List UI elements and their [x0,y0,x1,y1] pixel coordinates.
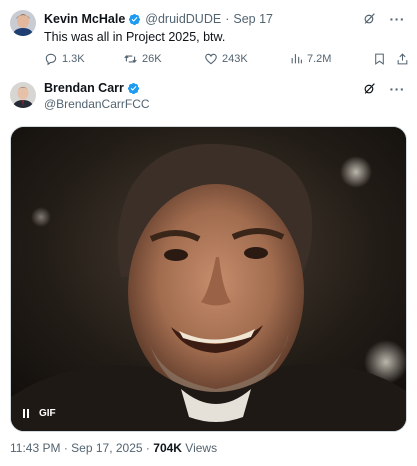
tweet-time[interactable]: 11:43 PM [10,441,60,455]
avatar[interactable] [10,82,36,108]
avatar[interactable] [10,10,36,36]
views-button[interactable]: 7.2M [290,52,331,65]
bookmark-icon [375,53,384,65]
like-button[interactable]: 243K [204,52,248,66]
more-icon[interactable]: ··· [390,82,406,96]
verified-badge-icon [129,13,141,25]
views-icon [291,54,302,64]
separator: · [225,12,230,26]
reply-count: 1.3K [62,53,85,65]
retweet-button[interactable]: 26K [123,52,162,66]
author-name[interactable]: Brendan Carr [44,81,124,95]
author-handle[interactable]: @BrendanCarrFCC [44,97,150,111]
retweet-count: 26K [142,53,162,65]
gif-frame [11,127,406,431]
tweet-date[interactable]: Sep 17, 2025 [71,441,142,455]
separator: · [145,441,150,455]
tweet-top-actions: ··· [363,82,406,96]
separator: · [63,441,68,455]
reply-button[interactable]: 1.3K [44,52,85,66]
like-icon [205,53,217,65]
tweet-actions: 1.3K 26K 243K 7.2M [44,52,410,68]
grok-icon[interactable] [363,12,376,25]
retweet-icon [124,55,137,63]
author-handle[interactable]: @druidDUDE [145,12,221,26]
views-count: 704K [153,441,182,455]
views-label: Views [185,441,218,455]
tweet-top-actions: ··· [363,12,406,26]
verified-badge-icon [127,82,139,94]
tweet-meta: 11:43 PM · Sep 17, 2025 · 704K Views [10,441,217,455]
pause-icon[interactable] [23,409,29,418]
tweet-header: Kevin McHale @druidDUDE · Sep 17 [44,12,273,26]
more-icon[interactable]: ··· [390,12,406,26]
author-name-row: Brendan Carr [44,81,144,95]
author-name[interactable]: Kevin McHale [44,12,125,26]
like-count: 243K [222,53,248,65]
bookmark-button[interactable] [373,52,386,66]
tweet-date[interactable]: Sep 17 [233,12,273,26]
reply-icon [45,53,57,66]
tweet-text: This was all in Project 2025, btw. [44,30,226,44]
grok-icon[interactable] [363,82,376,95]
share-button[interactable] [396,52,409,66]
main-tweet-header: Brendan Carr @BrendanCarrFCC ··· [0,74,417,124]
quoted-tweet[interactable]: Kevin McHale @druidDUDE · Sep 17 ··· Thi… [0,0,417,74]
gif-controls: GIF [23,408,56,419]
gif-badge: GIF [39,408,56,419]
share-icon [397,53,408,65]
gif-media[interactable]: GIF [10,126,407,432]
views-count: 7.2M [307,52,332,65]
